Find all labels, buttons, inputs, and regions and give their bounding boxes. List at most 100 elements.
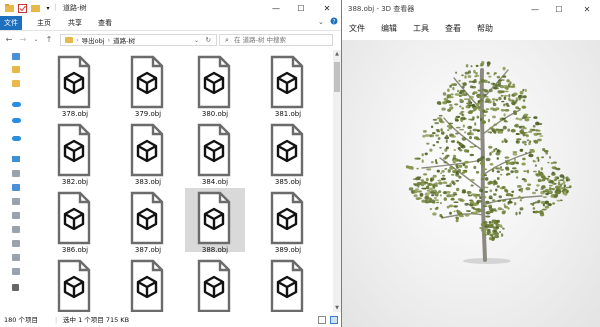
tab-view[interactable]: 查看 <box>96 16 114 30</box>
file-item[interactable]: 381.obj <box>258 52 318 118</box>
file-item[interactable]: 387.obj <box>118 188 178 254</box>
scroll-down-icon[interactable]: ▼ <box>333 304 341 312</box>
obj-file-icon <box>197 55 231 109</box>
drive-icon[interactable] <box>12 198 20 205</box>
desktop-icon[interactable] <box>12 184 20 191</box>
tab-share[interactable]: 共享 <box>66 16 84 30</box>
drive-icon[interactable] <box>12 212 20 219</box>
file-name: 380.obj <box>201 110 229 118</box>
large-icons-view-icon[interactable] <box>330 316 338 324</box>
status-separator: | <box>55 316 58 324</box>
title-separator: | <box>54 3 57 11</box>
menu-file[interactable]: 文件 <box>349 23 365 34</box>
obj-file-icon <box>130 191 164 245</box>
obj-file-icon <box>130 55 164 109</box>
address-dropdown-icon[interactable]: ⌄ <box>194 37 199 44</box>
forward-arrow-icon[interactable]: → <box>18 35 28 45</box>
obj-file-icon <box>130 123 164 177</box>
file-item[interactable]: 378.obj <box>45 52 105 118</box>
scrollbar-thumb[interactable] <box>334 62 340 92</box>
file-name: 383.obj <box>134 178 162 186</box>
onedrive-icon[interactable] <box>12 118 21 123</box>
address-row: ← → ⌄ ↑ › 导出obj › 道路-树 ⌄ ↻ ⌕ <box>0 31 341 49</box>
breadcrumb-item[interactable]: 道路-树 <box>113 35 135 45</box>
vertical-scrollbar[interactable]: ▲ ▼ <box>333 50 341 312</box>
quick-access-icon[interactable] <box>12 53 20 60</box>
file-item[interactable]: 384.obj <box>185 120 245 186</box>
close-button[interactable]: ✕ <box>318 0 336 16</box>
address-bar[interactable]: › 导出obj › 道路-树 ⌄ ↻ <box>60 34 217 46</box>
svg-text:?: ? <box>332 19 335 26</box>
file-item[interactable]: 382.obj <box>45 120 105 186</box>
file-name: 388.obj <box>201 246 229 254</box>
menu-view[interactable]: 查看 <box>445 23 461 34</box>
tab-home[interactable]: 主页 <box>36 16 52 30</box>
onedrive-icon[interactable] <box>12 102 21 107</box>
breadcrumb-item[interactable]: 导出obj <box>82 35 105 45</box>
search-input[interactable] <box>232 36 329 44</box>
file-item[interactable]: 383.obj <box>118 120 178 186</box>
close-button[interactable]: ✕ <box>578 1 596 17</box>
drive-icon[interactable] <box>12 170 20 177</box>
file-item[interactable]: 379.obj <box>118 52 178 118</box>
3d-viewer-window: 388.obj - 3D 查看器 — ☐ ✕ 文件 编辑 工具 查看 帮助 <box>342 0 600 327</box>
maximize-button[interactable]: ☐ <box>292 0 310 16</box>
scroll-up-icon[interactable]: ▲ <box>333 50 341 58</box>
new-folder-icon[interactable] <box>30 3 40 13</box>
file-item[interactable] <box>258 256 318 312</box>
onedrive-icon[interactable] <box>12 136 21 141</box>
tab-file[interactable]: 文件 <box>0 16 22 30</box>
obj-file-icon <box>270 259 304 312</box>
drive-icon[interactable] <box>12 226 20 233</box>
file-item[interactable] <box>118 256 178 312</box>
menu-tools[interactable]: 工具 <box>413 23 429 34</box>
minimize-button[interactable]: — <box>267 0 285 16</box>
maximize-button[interactable]: ☐ <box>550 1 568 17</box>
recent-locations-icon[interactable]: ⌄ <box>31 35 41 45</box>
obj-file-icon <box>197 123 231 177</box>
help-icon[interactable]: ? <box>330 17 338 27</box>
viewer-window-title: 388.obj - 3D 查看器 <box>348 5 415 13</box>
quick-access-dropdown-icon[interactable]: ▾ <box>43 3 53 13</box>
details-view-icon[interactable] <box>318 316 326 324</box>
this-pc-icon[interactable] <box>12 156 20 162</box>
up-arrow-icon[interactable]: ↑ <box>44 35 54 45</box>
file-item[interactable] <box>45 256 105 312</box>
navigation-pane <box>0 50 30 312</box>
folder-icon[interactable] <box>4 3 14 13</box>
refresh-icon[interactable]: ↻ <box>206 36 211 44</box>
folder-icon[interactable] <box>12 80 20 87</box>
obj-file-icon <box>57 259 91 312</box>
breadcrumb-separator-icon: › <box>107 36 111 44</box>
viewer-menu-bar: 文件 编辑 工具 查看 帮助 <box>342 18 600 40</box>
file-name: 387.obj <box>134 246 162 254</box>
file-item[interactable] <box>185 256 245 312</box>
file-item[interactable]: 388.obj <box>185 188 245 254</box>
file-item[interactable]: 386.obj <box>45 188 105 254</box>
network-icon[interactable] <box>12 284 19 291</box>
obj-file-icon <box>57 123 91 177</box>
drive-icon[interactable] <box>12 240 20 247</box>
expand-ribbon-icon[interactable]: ⌄ <box>318 18 324 26</box>
menu-edit[interactable]: 编辑 <box>381 23 397 34</box>
menu-help[interactable]: 帮助 <box>477 23 493 34</box>
folder-icon[interactable] <box>12 66 20 73</box>
viewer-title-bar: 388.obj - 3D 查看器 — ☐ ✕ <box>342 0 600 18</box>
breadcrumb-separator-icon: › <box>76 36 79 44</box>
obj-file-icon <box>57 191 91 245</box>
back-arrow-icon[interactable]: ← <box>4 35 14 45</box>
file-item[interactable]: 385.obj <box>258 120 318 186</box>
3d-viewport[interactable] <box>342 40 600 327</box>
minimize-button[interactable]: — <box>526 1 544 17</box>
file-name: 384.obj <box>201 178 229 186</box>
file-name: 382.obj <box>61 178 89 186</box>
ribbon-tabs: 文件 主页 共享 查看 ⌄ ? <box>0 16 341 31</box>
obj-file-icon <box>270 55 304 109</box>
file-item[interactable]: 380.obj <box>185 52 245 118</box>
properties-check-icon[interactable] <box>17 3 27 13</box>
drive-icon[interactable] <box>12 268 20 275</box>
search-box[interactable]: ⌕ <box>219 34 333 46</box>
drive-icon[interactable] <box>12 254 20 261</box>
status-bar: 180 个项目 | 选中 1 个项目 715 KB <box>0 313 341 327</box>
file-item[interactable]: 389.obj <box>258 188 318 254</box>
